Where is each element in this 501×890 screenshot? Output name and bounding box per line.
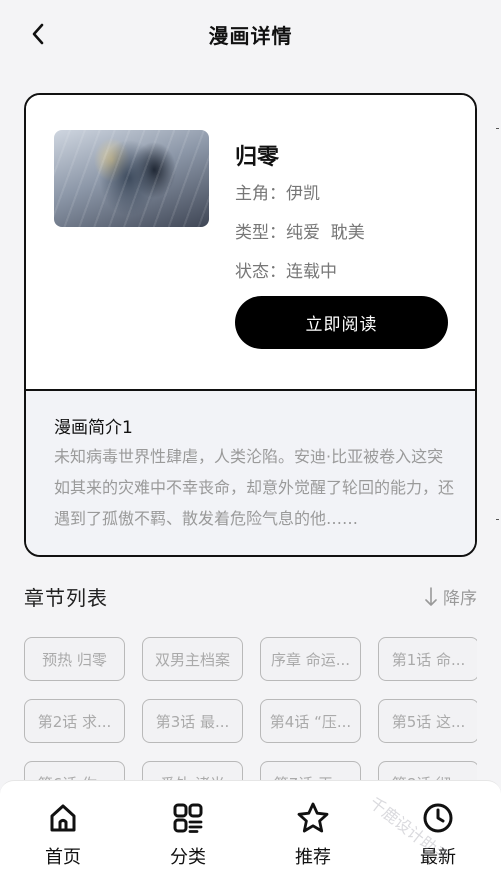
star-icon [296,801,330,835]
chapter-button[interactable]: 第2话 求... [24,699,125,743]
header: 漫画详情 [0,0,501,68]
comic-status: 状态：连载中 [235,262,337,282]
chapter-button[interactable]: 第4话 “压... [260,699,361,743]
read-now-button[interactable]: 立即阅读 [235,296,448,349]
chapter-list-title: 章节列表 [24,586,108,610]
intro-text[interactable]: 未知病毒世界性肆虐，人类沦陷。安迪·比亚被卷入这突如其来的灾难中不幸丧命，却意外… [54,441,454,534]
chapter-button[interactable]: 第3话 最... [142,699,243,743]
comic-protagonist: 主角：伊凯 [235,184,320,204]
chapter-label: 序章 命运... [270,650,351,669]
chapter-button[interactable]: 预热 归零 [24,637,125,681]
chapter-label: 第2话 求... [37,712,112,731]
sort-label: 降序 [443,589,477,609]
edge-mark [496,128,499,129]
comic-summary: 归零 主角：伊凯 类型：纯爱 耽美 状态：连载中 立即阅读 [26,95,475,391]
tab-label: 分类 [170,847,206,868]
chapter-label: 双男主档案 [154,650,230,669]
edge-mark [496,519,499,520]
comic-detail-card: 归零 主角：伊凯 类型：纯爱 耽美 状态：连载中 立即阅读 漫画简介1 未知病毒… [24,93,477,557]
bottom-tab-bar: 首页 分类 推荐 最新 [0,780,501,890]
chevron-left-icon [32,23,44,45]
comic-title: 归零 [235,145,280,170]
category-icon [171,801,205,835]
cover-texture [54,130,209,227]
sort-toggle-button[interactable]: 降序 [425,584,477,609]
tab-label: 最新 [420,847,456,868]
comic-info: 归零 主角：伊凯 类型：纯爱 耽美 状态：连载中 [235,139,365,286]
chapter-label: 预热 归零 [42,650,107,669]
clock-icon [421,801,455,835]
page-title: 漫画详情 [208,23,293,48]
tab-label: 首页 [45,847,81,868]
chapter-button[interactable]: 第1话 命... [378,637,477,681]
tab-recommend[interactable]: 推荐 [273,801,353,873]
chapter-button[interactable]: 双男主档案 [142,637,243,681]
chapter-button[interactable]: 第5话 这... [378,699,477,743]
intro-title: 漫画简介1 [54,418,133,438]
tab-category[interactable]: 分类 [148,801,228,873]
comic-intro: 漫画简介1 未知病毒世界性肆虐，人类沦陷。安迪·比亚被卷入这突如其来的灾难中不幸… [26,391,475,555]
chapter-grid: 预热 归零 双男主档案 序章 命运... 第1话 命... 第2话 求... 第… [24,637,477,787]
comic-genre: 类型：纯爱 耽美 [235,223,365,243]
comic-cover-image[interactable] [54,130,209,227]
chapter-label: 第4话 “压... [269,712,352,731]
chapter-button[interactable]: 序章 命运... [260,637,361,681]
tab-home[interactable]: 首页 [23,801,103,873]
tab-latest[interactable]: 最新 [398,801,478,873]
chapter-label: 第1话 命... [391,650,466,669]
back-button[interactable] [22,18,54,50]
arrow-down-icon [425,586,437,606]
chapter-label: 第5话 这... [391,712,466,731]
home-icon [46,801,80,835]
chapter-label: 第3话 最... [155,712,230,731]
tab-label: 推荐 [295,847,331,868]
chapter-list-header: 章节列表 降序 [24,580,477,612]
